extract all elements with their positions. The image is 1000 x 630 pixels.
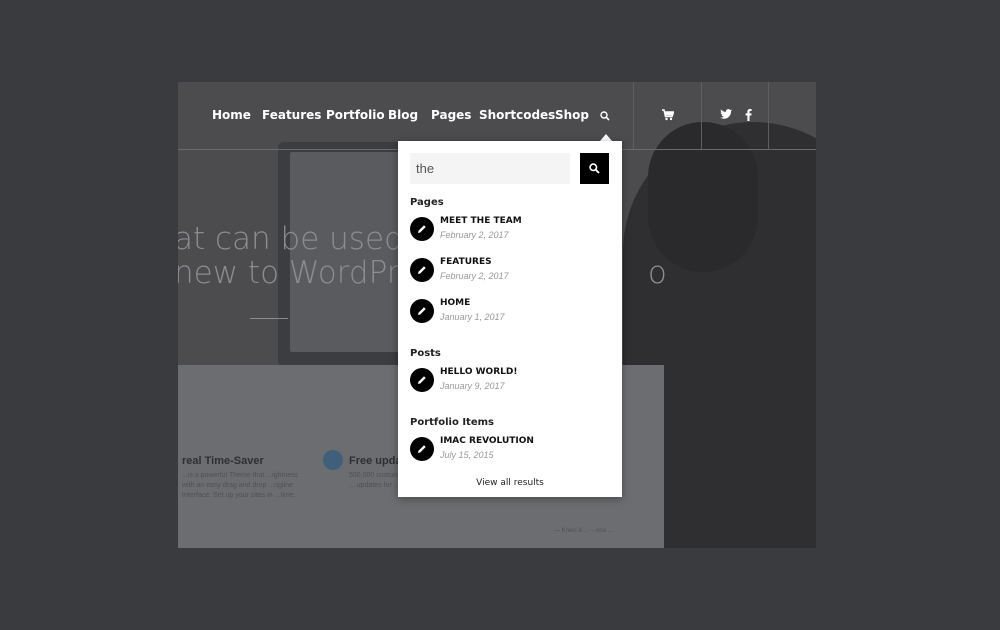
search-input[interactable] — [410, 153, 570, 184]
pencil-icon — [410, 217, 434, 241]
nav-features[interactable]: Features — [262, 108, 321, 122]
results-section-pages-title: Pages — [410, 197, 444, 208]
nav-shortcodes[interactable]: Shortcodes — [479, 108, 555, 122]
search-form — [410, 153, 609, 184]
pencil-icon — [410, 299, 434, 323]
search-result[interactable]: MEET THE TEAM February 2, 2017 — [410, 215, 610, 243]
result-date: January 1, 2017 — [440, 312, 505, 322]
search-result[interactable]: HELLO WORLD! January 9, 2017 — [410, 366, 610, 394]
search-dropdown: Pages MEET THE TEAM February 2, 2017 FEA… — [398, 141, 622, 497]
nav-shop[interactable]: Shop — [555, 108, 589, 122]
result-title: HOME — [440, 298, 471, 308]
result-title: HELLO WORLD! — [440, 367, 518, 377]
result-title: FEATURES — [440, 257, 492, 267]
nav-separator — [701, 82, 702, 149]
feature-column: real Time-Saver ...is a powerful Theme t… — [182, 455, 302, 501]
feature-title: real Time-Saver — [182, 455, 264, 467]
result-date: February 2, 2017 — [440, 271, 509, 281]
result-title: MEET THE TEAM — [440, 216, 522, 226]
nav-portfolio[interactable]: Portfolio — [326, 108, 385, 122]
search-icon[interactable] — [600, 110, 610, 124]
results-section-portfolio-title: Portfolio Items — [410, 417, 494, 428]
view-all-results-link[interactable]: View all results — [398, 478, 622, 488]
hero-line-2-text: new to WordPre — [178, 255, 418, 291]
search-result[interactable]: IMAC REVOLUTION July 15, 2015 — [410, 435, 610, 463]
pencil-icon — [410, 437, 434, 461]
hero-divider — [250, 318, 288, 319]
refresh-icon — [323, 450, 343, 470]
dropdown-caret — [600, 134, 612, 141]
facebook-icon[interactable] — [745, 109, 752, 124]
result-date: January 9, 2017 — [440, 381, 505, 391]
nav-home[interactable]: Home — [212, 108, 251, 122]
search-result[interactable]: HOME January 1, 2017 — [410, 297, 610, 325]
result-title: IMAC REVOLUTION — [440, 436, 534, 446]
twitter-icon[interactable] — [720, 109, 732, 123]
result-date: July 15, 2015 — [440, 450, 494, 460]
search-icon — [589, 163, 600, 174]
pencil-icon — [410, 368, 434, 392]
feature-text: ...is a powerful Theme that ...ightness … — [182, 472, 299, 499]
nav-separator — [633, 82, 634, 149]
search-result[interactable]: FEATURES February 2, 2017 — [410, 256, 610, 284]
main-navigation: Home Features Portfolio Blog Pages Short… — [178, 82, 816, 149]
result-date: February 2, 2017 — [440, 230, 509, 240]
results-section-posts-title: Posts — [410, 348, 441, 359]
pencil-icon — [410, 258, 434, 282]
cart-icon[interactable] — [662, 109, 675, 124]
nav-pages[interactable]: Pages — [431, 108, 471, 122]
nav-blog[interactable]: Blog — [388, 108, 418, 122]
nav-separator — [768, 82, 769, 149]
search-submit-button[interactable] — [580, 153, 609, 184]
panel-footer-note: — Kriesi & ... ~ Ana ... — [554, 528, 613, 534]
